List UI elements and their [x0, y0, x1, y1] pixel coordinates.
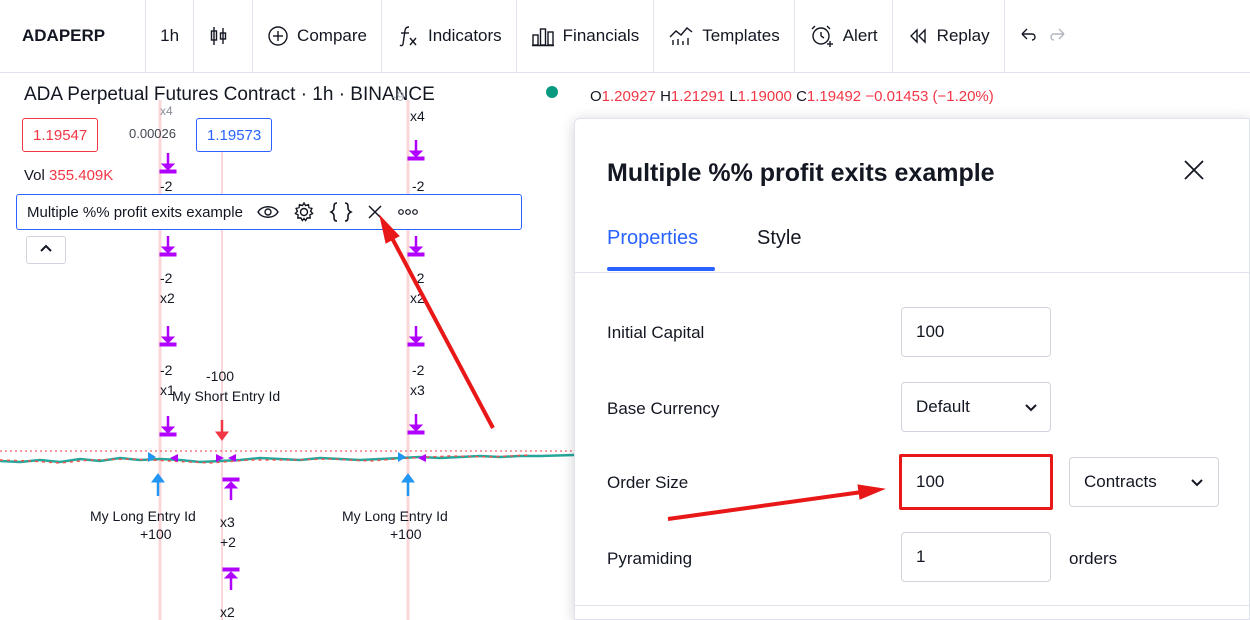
- marker-count-right-2: x2: [410, 290, 425, 306]
- down-arrow-icon: [407, 236, 425, 257]
- volume-readout: Vol 355.409K: [24, 167, 113, 184]
- buy-price-button[interactable]: 1.19573: [196, 118, 273, 152]
- marker-qty-right-3: -2: [412, 362, 425, 378]
- marker-qty-right-2: -2: [412, 270, 425, 286]
- down-arrow-icon: [407, 326, 425, 347]
- source-code-icon[interactable]: [329, 201, 353, 223]
- dialog-close-button[interactable]: [1179, 157, 1209, 187]
- order-size-label: Order Size: [607, 473, 689, 492]
- indicator-settings-dialog: Multiple %% profit exits example Propert…: [574, 118, 1250, 620]
- marker-x4-right: x4: [410, 108, 425, 124]
- close-icon: [1183, 159, 1205, 186]
- dialog-title: Multiple %% profit exits example: [607, 159, 995, 187]
- pyramiding-input[interactable]: 1: [901, 532, 1051, 582]
- eye-icon[interactable]: [257, 204, 279, 220]
- order-size-unit-select[interactable]: Contracts: [1069, 457, 1219, 507]
- base-currency-value: Default: [916, 397, 970, 416]
- order-size-input[interactable]: 100: [899, 454, 1053, 510]
- marker-count-right-3: x3: [410, 382, 425, 398]
- down-arrow-icon: [215, 420, 229, 441]
- close-icon[interactable]: [367, 204, 383, 220]
- down-arrow-icon: [159, 326, 177, 347]
- down-arrow-icon: [407, 414, 425, 435]
- pyramiding-unit: orders: [1069, 549, 1118, 568]
- tab-style[interactable]: Style: [757, 227, 801, 250]
- sell-price-button[interactable]: 1.19547: [22, 118, 99, 152]
- volume-value: 355.409K: [49, 167, 114, 184]
- up-arrow-icon: [222, 477, 240, 500]
- ask-value: 1.19573: [207, 126, 262, 144]
- dialog-divider: [575, 605, 1250, 606]
- short-entry-arrow: [215, 420, 229, 441]
- chevron-down-icon: [1190, 472, 1204, 492]
- low-key: L: [729, 88, 738, 105]
- base-currency-label: Base Currency: [607, 399, 720, 418]
- marker-plus2: +2: [220, 534, 236, 550]
- order-size-value: 100: [916, 472, 945, 491]
- long-entry-qty-2: +100: [390, 526, 422, 542]
- marker-qty-right-1: -2: [412, 178, 425, 194]
- chevron-down-icon: [1024, 397, 1038, 417]
- high-value: 1.21291: [670, 88, 726, 105]
- volume-label: Vol: [24, 167, 45, 184]
- more-options-icon[interactable]: [397, 208, 419, 216]
- marker-qty-3: -2: [160, 362, 173, 378]
- indicator-legend[interactable]: Multiple %% profit exits example: [16, 194, 522, 230]
- market-status-dot: [546, 86, 558, 98]
- collapse-legend-button[interactable]: [26, 236, 66, 264]
- marker-qty-1: -2: [160, 178, 173, 194]
- base-currency-select[interactable]: Default: [901, 382, 1051, 432]
- long-entry-qty-1: +100: [140, 526, 172, 542]
- marker-count-x2-bottom: x2: [220, 604, 235, 620]
- initial-capital-label: Initial Capital: [607, 323, 705, 342]
- indicator-name: Multiple %% profit exits example: [27, 203, 243, 221]
- marker-qty-2: -2: [160, 270, 173, 286]
- marker-short-qty: -100: [206, 368, 235, 384]
- low-value: 1.19000: [737, 88, 792, 105]
- up-arrow-icon: [401, 473, 415, 496]
- close-key: C: [796, 88, 807, 105]
- initial-capital-input[interactable]: 100: [901, 307, 1051, 357]
- chart-title: ADA Perpetual Futures Contract · 1h · BI…: [24, 84, 435, 105]
- pyramiding-label: Pyramiding: [607, 549, 693, 568]
- down-arrow-icon: [159, 416, 177, 437]
- spread-value: 0.00026: [129, 126, 176, 141]
- marker-qty-top-right: -9: [392, 88, 405, 104]
- long-entry-label-2: My Long Entry Id: [342, 508, 448, 524]
- ohlc-readout: O1.20927 H1.21291 L1.19000 C1.19492 −0.0…: [590, 88, 994, 105]
- bid-value: 1.19547: [33, 126, 88, 144]
- active-tab-indicator: [607, 267, 715, 271]
- high-key: H: [660, 88, 671, 105]
- dialog-tabs: Properties Style: [575, 219, 1250, 273]
- marker-count-2: x2: [160, 290, 175, 306]
- long-entry-label-1: My Long Entry Id: [90, 508, 196, 524]
- marker-x4-top: x4: [160, 104, 173, 118]
- tab-properties[interactable]: Properties: [607, 227, 698, 250]
- long-entry-arrows: [151, 473, 415, 496]
- down-arrow-icon: [159, 153, 177, 174]
- gear-icon[interactable]: [293, 201, 315, 223]
- down-arrow-icon: [159, 236, 177, 257]
- chevron-up-icon: [39, 241, 53, 259]
- initial-capital-value: 100: [916, 322, 945, 341]
- close-value: 1.19492: [806, 88, 862, 105]
- order-size-unit: Contracts: [1084, 472, 1157, 491]
- change-value: −0.01453 (−1.20%): [865, 88, 994, 105]
- open-value: 1.20927: [601, 88, 656, 105]
- up-arrow-icon: [151, 473, 165, 496]
- up-arrow-icon: [222, 567, 240, 590]
- down-arrow-icon: [407, 140, 425, 161]
- short-entry-label: My Short Entry Id: [172, 388, 281, 404]
- marker-count-x3: x3: [220, 514, 235, 530]
- open-key: O: [590, 88, 602, 105]
- pyramiding-value: 1: [916, 547, 926, 566]
